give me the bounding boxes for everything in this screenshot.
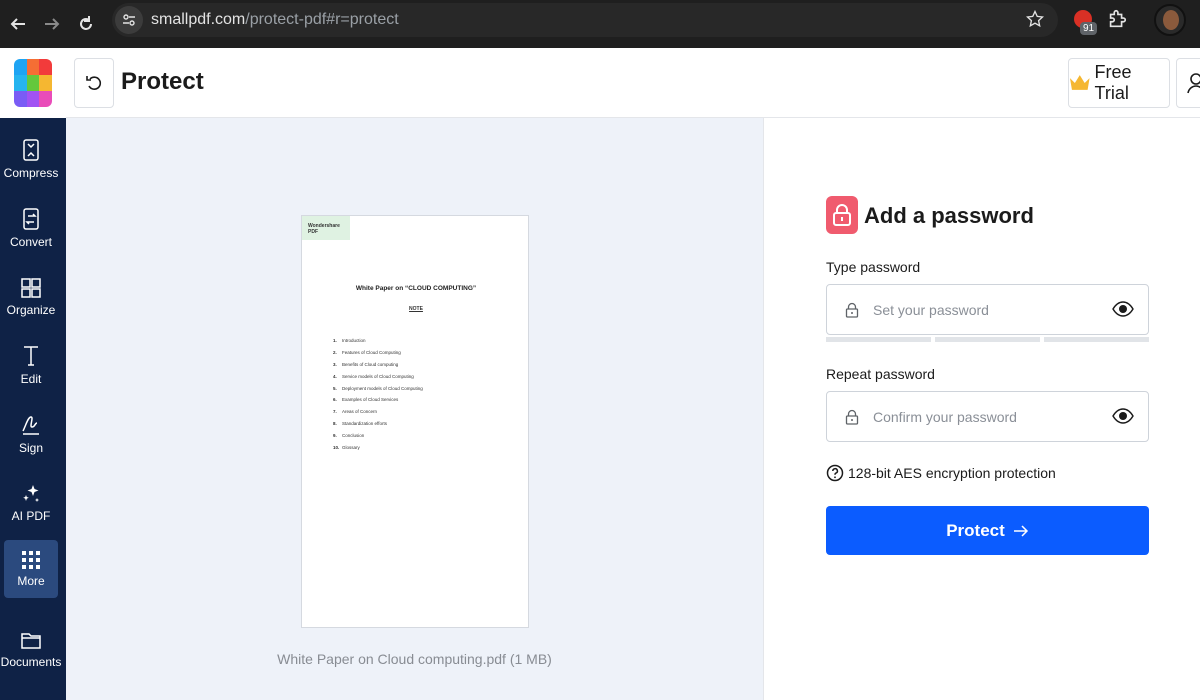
thumb-toc: 1. Introduction 2. Features of Cloud Compu… bbox=[333, 335, 423, 453]
sidebar-item-label: Sign bbox=[18, 441, 44, 455]
free-trial-button[interactable]: Free Trial bbox=[1068, 58, 1170, 108]
url-domain: smallpdf.com bbox=[151, 11, 246, 28]
lock-icon bbox=[845, 302, 859, 318]
url-path: /protect-pdf#r=protect bbox=[245, 11, 399, 28]
thumb-subtitle: NOTE bbox=[409, 306, 423, 312]
aes-info: 128-bit AES encryption protection bbox=[826, 464, 1056, 482]
sidebar-item-label: More bbox=[17, 574, 45, 588]
free-trial-label: Free Trial bbox=[1094, 62, 1132, 103]
crown-icon bbox=[1069, 75, 1090, 90]
sidebar-item-more[interactable]: More bbox=[4, 540, 58, 598]
user-icon bbox=[1187, 73, 1200, 94]
sidebar-item-convert[interactable]: Convert bbox=[4, 199, 58, 257]
toc-row: 2. Features of Cloud Computing bbox=[333, 350, 401, 356]
toc-row: 5. Deployment models of Cloud Computing bbox=[333, 385, 423, 391]
thumb-title: White Paper on “CLOUD COMPUTING” bbox=[355, 285, 477, 292]
sidebar-item-organize[interactable]: Organize bbox=[4, 268, 58, 326]
form-heading: Add a password bbox=[864, 203, 1034, 228]
site-info-icon[interactable] bbox=[115, 6, 143, 34]
undo-icon bbox=[86, 76, 102, 90]
page-title: Protect bbox=[121, 68, 204, 95]
sidebar-item-label: Compress bbox=[3, 166, 59, 180]
back-icon[interactable] bbox=[3, 9, 33, 39]
toc-row: 3. Benefits of Cloud computing bbox=[333, 361, 399, 367]
sparkle-icon bbox=[23, 485, 39, 502]
app-header: Protect Free Trial bbox=[66, 48, 1200, 118]
protect-button[interactable]: Protect bbox=[826, 506, 1149, 555]
browser-toolbar: smallpdf.com/protect-pdf#r=protect 91 bbox=[0, 0, 1200, 48]
eye-icon[interactable] bbox=[1112, 407, 1134, 425]
password-field[interactable] bbox=[826, 284, 1149, 335]
convert-icon bbox=[23, 208, 39, 230]
user-button[interactable] bbox=[1176, 58, 1200, 108]
sidebar-item-ai-pdf[interactable]: AI PDF bbox=[4, 473, 58, 531]
eye-icon[interactable] bbox=[1112, 300, 1134, 318]
file-caption: White Paper on Cloud computing.pdf (1 MB… bbox=[277, 651, 552, 667]
sidebar-item-compress[interactable]: Compress bbox=[4, 130, 58, 188]
toc-row: 1. Introduction bbox=[333, 338, 366, 344]
folder-icon bbox=[21, 633, 41, 649]
password-form-panel: Add a password Type password Repeat pass… bbox=[763, 118, 1200, 700]
password-input[interactable] bbox=[873, 301, 1093, 318]
confirm-password-input[interactable] bbox=[873, 408, 1093, 425]
sidebar-item-label: Documents bbox=[0, 655, 62, 669]
toc-row: 4. Service models of Cloud Computing bbox=[333, 373, 414, 379]
toc-row: 7. Areas of Concern bbox=[333, 409, 378, 415]
sidebar-item-sign[interactable]: Sign bbox=[4, 405, 58, 463]
sidebar-item-label: Edit bbox=[20, 372, 42, 386]
extension-badge: 91 bbox=[1080, 22, 1098, 35]
repeat-password-label: Repeat password bbox=[826, 366, 935, 382]
grid-icon bbox=[22, 551, 40, 569]
edit-icon bbox=[24, 346, 38, 366]
avatar[interactable] bbox=[1154, 4, 1186, 36]
pdf-extension-icon[interactable]: 91 bbox=[1072, 8, 1098, 38]
forward-icon[interactable] bbox=[37, 9, 67, 39]
password-strength-meter bbox=[826, 337, 1149, 342]
undo-button[interactable] bbox=[74, 58, 114, 108]
preview-panel: Wondershare PDF White Paper on “CLOUD CO… bbox=[66, 118, 763, 700]
sidebar-item-label: Organize bbox=[6, 303, 56, 317]
compress-icon bbox=[23, 139, 39, 161]
sidebar-item-label: AI PDF bbox=[11, 509, 51, 523]
type-password-label: Type password bbox=[826, 259, 921, 275]
sidebar: Compress Convert Organize Edit Sign AI P… bbox=[0, 118, 66, 700]
puzzle-icon[interactable] bbox=[1106, 8, 1128, 35]
sidebar-item-label: Convert bbox=[9, 235, 53, 249]
sign-icon bbox=[22, 416, 39, 435]
confirm-password-field[interactable] bbox=[826, 391, 1149, 442]
reload-icon[interactable] bbox=[71, 9, 101, 39]
star-icon[interactable] bbox=[1025, 9, 1045, 33]
toc-row: 10. Glossary bbox=[333, 444, 360, 450]
toc-row: 9. Conclusion bbox=[333, 432, 365, 438]
pdf-thumbnail[interactable]: Wondershare PDF White Paper on “CLOUD CO… bbox=[301, 215, 529, 628]
sidebar-item-edit[interactable]: Edit bbox=[4, 336, 58, 394]
lock-badge-icon bbox=[826, 196, 858, 234]
smallpdf-logo[interactable] bbox=[0, 48, 66, 118]
toc-row: 8. Standardization efforts bbox=[333, 420, 387, 426]
help-icon[interactable] bbox=[826, 464, 844, 482]
address-bar[interactable]: smallpdf.com/protect-pdf#r=protect bbox=[112, 3, 1058, 37]
aes-text: 128-bit AES encryption protection bbox=[848, 465, 1056, 481]
sidebar-item-documents[interactable]: Documents bbox=[1, 620, 61, 678]
protect-label: Protect bbox=[946, 520, 1005, 540]
thumb-watermark: Wondershare PDF bbox=[302, 216, 350, 240]
organize-icon bbox=[21, 278, 41, 298]
arrow-right-icon bbox=[1013, 524, 1028, 537]
lock-icon bbox=[845, 409, 859, 425]
toc-row: 6. Examples of Cloud Services bbox=[333, 397, 399, 403]
